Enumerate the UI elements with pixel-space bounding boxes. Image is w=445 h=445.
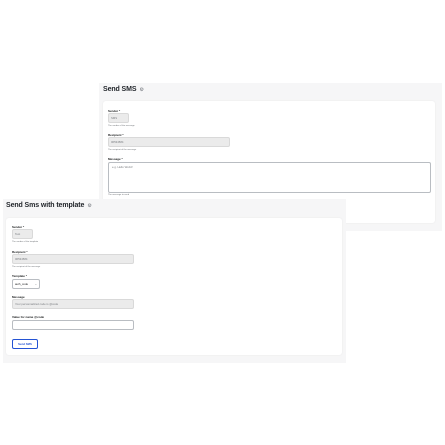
settings-icon[interactable]: ⚙ bbox=[87, 203, 92, 209]
template-sender-help: The sender of the template bbox=[12, 241, 39, 243]
template-select[interactable]: auth_code ⌄ bbox=[12, 279, 40, 289]
template-select-label: Template * bbox=[12, 274, 27, 278]
send-sms-title-text: Send SMS bbox=[103, 86, 137, 93]
template-recipient-field[interactable]: 06534584 bbox=[12, 254, 134, 264]
code-value-input[interactable] bbox=[12, 320, 134, 330]
message-help: The message to send bbox=[108, 194, 130, 196]
template-select-value: auth_code bbox=[15, 282, 29, 286]
send-template-title: Send Sms with template ⚙ bbox=[6, 202, 92, 209]
send-template-button[interactable]: Send SMS bbox=[12, 339, 38, 349]
code-value-label: Value for name @code bbox=[12, 315, 45, 319]
send-sms-title: Send SMS ⚙ bbox=[103, 86, 144, 93]
template-message-field: Your personnalized code is @code bbox=[12, 299, 134, 309]
message-textarea[interactable]: e.g. Hello World! bbox=[108, 162, 431, 193]
send-template-card bbox=[6, 218, 342, 355]
recipient-help: The recipient of the message bbox=[108, 149, 137, 151]
template-recipient-help: The recipient of the message bbox=[12, 266, 41, 268]
message-label: Message * bbox=[108, 157, 123, 161]
send-template-title-text: Send Sms with template bbox=[6, 202, 85, 209]
settings-icon[interactable]: ⚙ bbox=[139, 87, 144, 93]
sender-help: The sender of the message bbox=[108, 125, 135, 127]
recipient-field[interactable]: 06534584 bbox=[108, 137, 230, 147]
chevron-down-icon: ⌄ bbox=[34, 282, 37, 286]
template-sender-field[interactable]: Test bbox=[12, 229, 33, 239]
sender-field[interactable]: SMS bbox=[108, 113, 129, 123]
